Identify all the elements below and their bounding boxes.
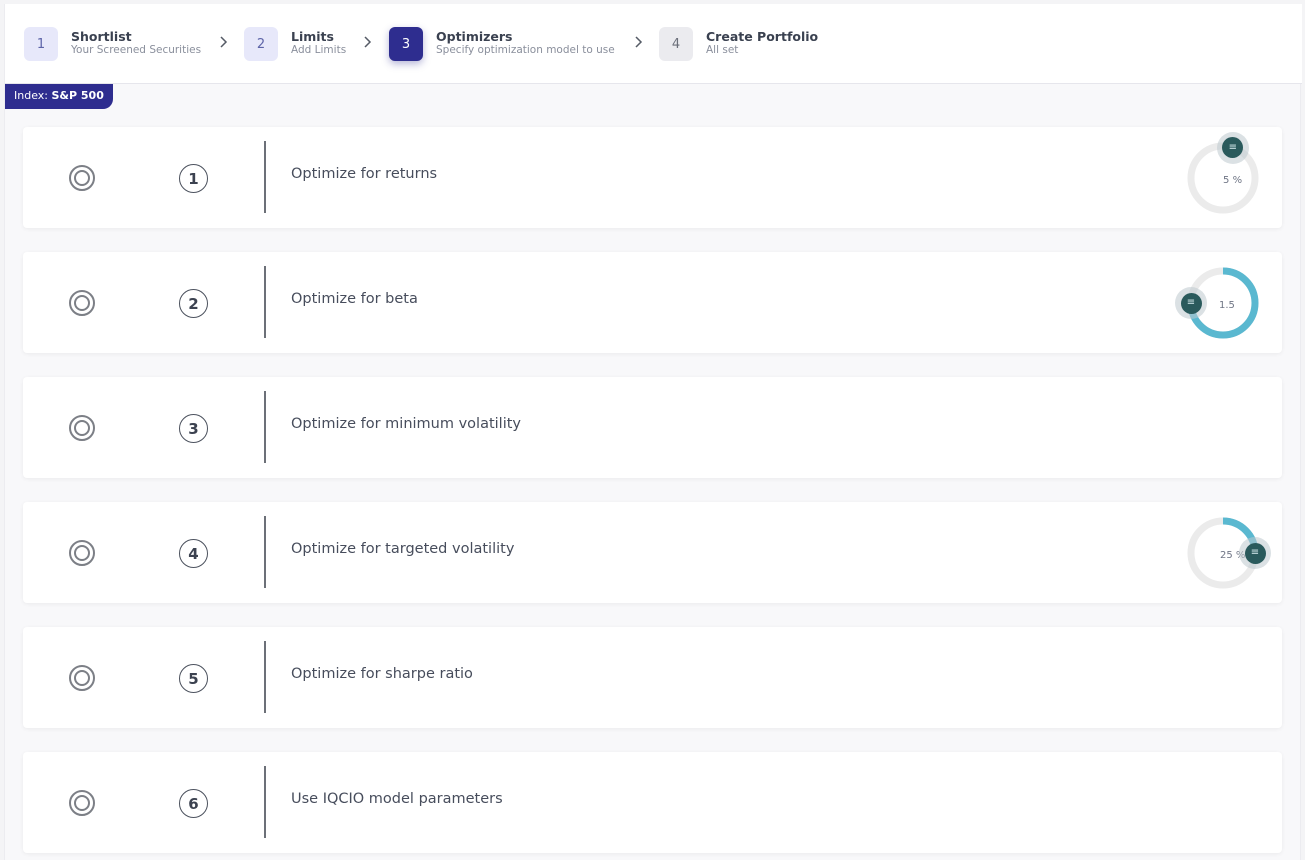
dial-number: 5: [1223, 175, 1230, 186]
divider: [264, 266, 266, 338]
step-subtitle: All set: [706, 44, 739, 56]
menu-icon: ≡: [1222, 137, 1244, 159]
index-prefix: Index:: [14, 89, 52, 102]
radio-button[interactable]: [69, 290, 95, 316]
step-number: 3: [389, 27, 423, 61]
dial-number: 25: [1220, 550, 1233, 561]
dial-number: 1.5: [1219, 300, 1235, 311]
optimizer-card-returns[interactable]: 1 Optimize for returns 5 % ≡: [23, 127, 1282, 228]
optimizer-card-min-volatility[interactable]: 3 Optimize for minimum volatility: [23, 377, 1282, 478]
divider: [264, 766, 266, 838]
menu-icon: ≡: [1244, 542, 1266, 564]
step-subtitle: Specify optimization model to use: [436, 44, 615, 56]
optimizer-card-iqcio[interactable]: 6 Use IQCIO model parameters: [23, 752, 1282, 853]
step-title: Limits: [291, 29, 334, 44]
option-label: Optimize for minimum volatility: [291, 416, 521, 432]
radio-button[interactable]: [69, 665, 95, 691]
index-badge: Index: S&P 500: [5, 84, 113, 109]
option-number: 5: [179, 664, 208, 693]
step-number: 1: [24, 27, 58, 61]
menu-icon: ≡: [1180, 292, 1202, 314]
option-label: Optimize for targeted volatility: [291, 541, 515, 557]
radio-button[interactable]: [69, 415, 95, 441]
chevron-right-icon: [364, 36, 372, 48]
dial-handle[interactable]: ≡: [1216, 131, 1249, 164]
optimizer-card-beta[interactable]: 2 Optimize for beta 1.5 ≡: [23, 252, 1282, 353]
step-title: Optimizers: [436, 29, 513, 44]
step-title: Create Portfolio: [706, 29, 819, 44]
radio-button[interactable]: [69, 790, 95, 816]
dial-handle[interactable]: ≡: [1239, 537, 1271, 569]
divider: [264, 516, 266, 588]
divider: [264, 141, 266, 213]
index-value: S&P 500: [51, 89, 104, 102]
app-frame: 1 Shortlist Your Screened Securities 2 L…: [4, 4, 1302, 860]
step-number: 2: [244, 27, 278, 61]
option-label: Optimize for beta: [291, 291, 418, 307]
optimizer-card-targeted-volatility[interactable]: 4 Optimize for targeted volatility 25 % …: [23, 502, 1282, 603]
dial-handle[interactable]: ≡: [1175, 287, 1207, 319]
option-label: Optimize for sharpe ratio: [291, 666, 473, 682]
optimizer-card-sharpe[interactable]: 5 Optimize for sharpe ratio: [23, 627, 1282, 728]
option-number: 4: [179, 539, 208, 568]
divider: [264, 391, 266, 463]
radio-button[interactable]: [69, 540, 95, 566]
beta-dial[interactable]: 1.5 ≡: [1175, 263, 1266, 343]
wizard-stepper: 1 Shortlist Your Screened Securities 2 L…: [5, 4, 1302, 84]
chevron-right-icon: [220, 36, 228, 48]
radio-button[interactable]: [69, 165, 95, 191]
step-subtitle: Add Limits: [291, 44, 347, 56]
chevron-right-icon: [635, 36, 643, 48]
step-number: 4: [659, 27, 693, 61]
volatility-dial[interactable]: 25 % ≡: [1180, 513, 1271, 593]
returns-dial[interactable]: 5 % ≡: [1180, 131, 1266, 218]
option-label: Optimize for returns: [291, 166, 438, 182]
option-number: 6: [179, 789, 208, 818]
option-number: 2: [179, 289, 208, 318]
dial-value: 5 %: [1223, 175, 1242, 186]
dial-value: 1.5: [1219, 300, 1235, 311]
dial-unit: %: [1232, 175, 1243, 186]
divider: [264, 641, 266, 713]
option-number: 3: [179, 414, 208, 443]
step-title: Shortlist: [71, 29, 132, 44]
option-label: Use IQCIO model parameters: [291, 791, 503, 807]
option-number: 1: [179, 164, 208, 193]
step-subtitle: Your Screened Securities: [71, 44, 202, 56]
